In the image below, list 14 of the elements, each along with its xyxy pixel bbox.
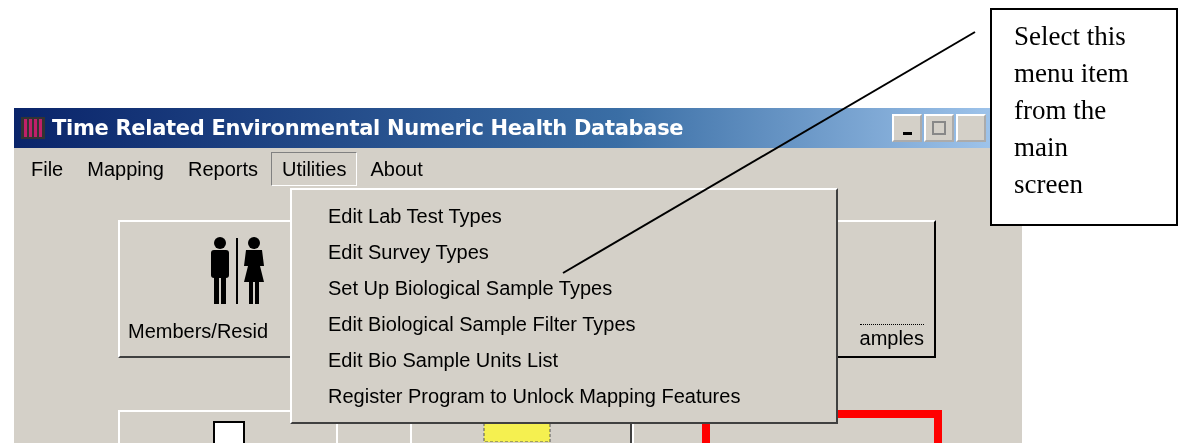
app-icon	[20, 115, 46, 141]
menu-item[interactable]: File	[20, 152, 75, 186]
menu-item[interactable]: Reports	[176, 152, 269, 186]
menu-item[interactable]: Mapping	[76, 152, 175, 186]
menu-item[interactable]: Utilities	[271, 152, 358, 186]
window-title: Time Related Environmental Numeric Health Database	[52, 116, 684, 140]
button-label: amples	[859, 324, 924, 350]
callout-text: Select this menu item from the main screen	[1014, 20, 1130, 201]
button-label: Members/Resid	[128, 320, 269, 343]
maximize-icon	[932, 121, 946, 135]
minimize-icon	[902, 131, 912, 135]
dropdown-item[interactable]: Register Program to Unlock Mapping Features	[292, 378, 836, 414]
menu-item[interactable]: About	[359, 152, 434, 186]
minimize-button[interactable]	[892, 114, 922, 142]
